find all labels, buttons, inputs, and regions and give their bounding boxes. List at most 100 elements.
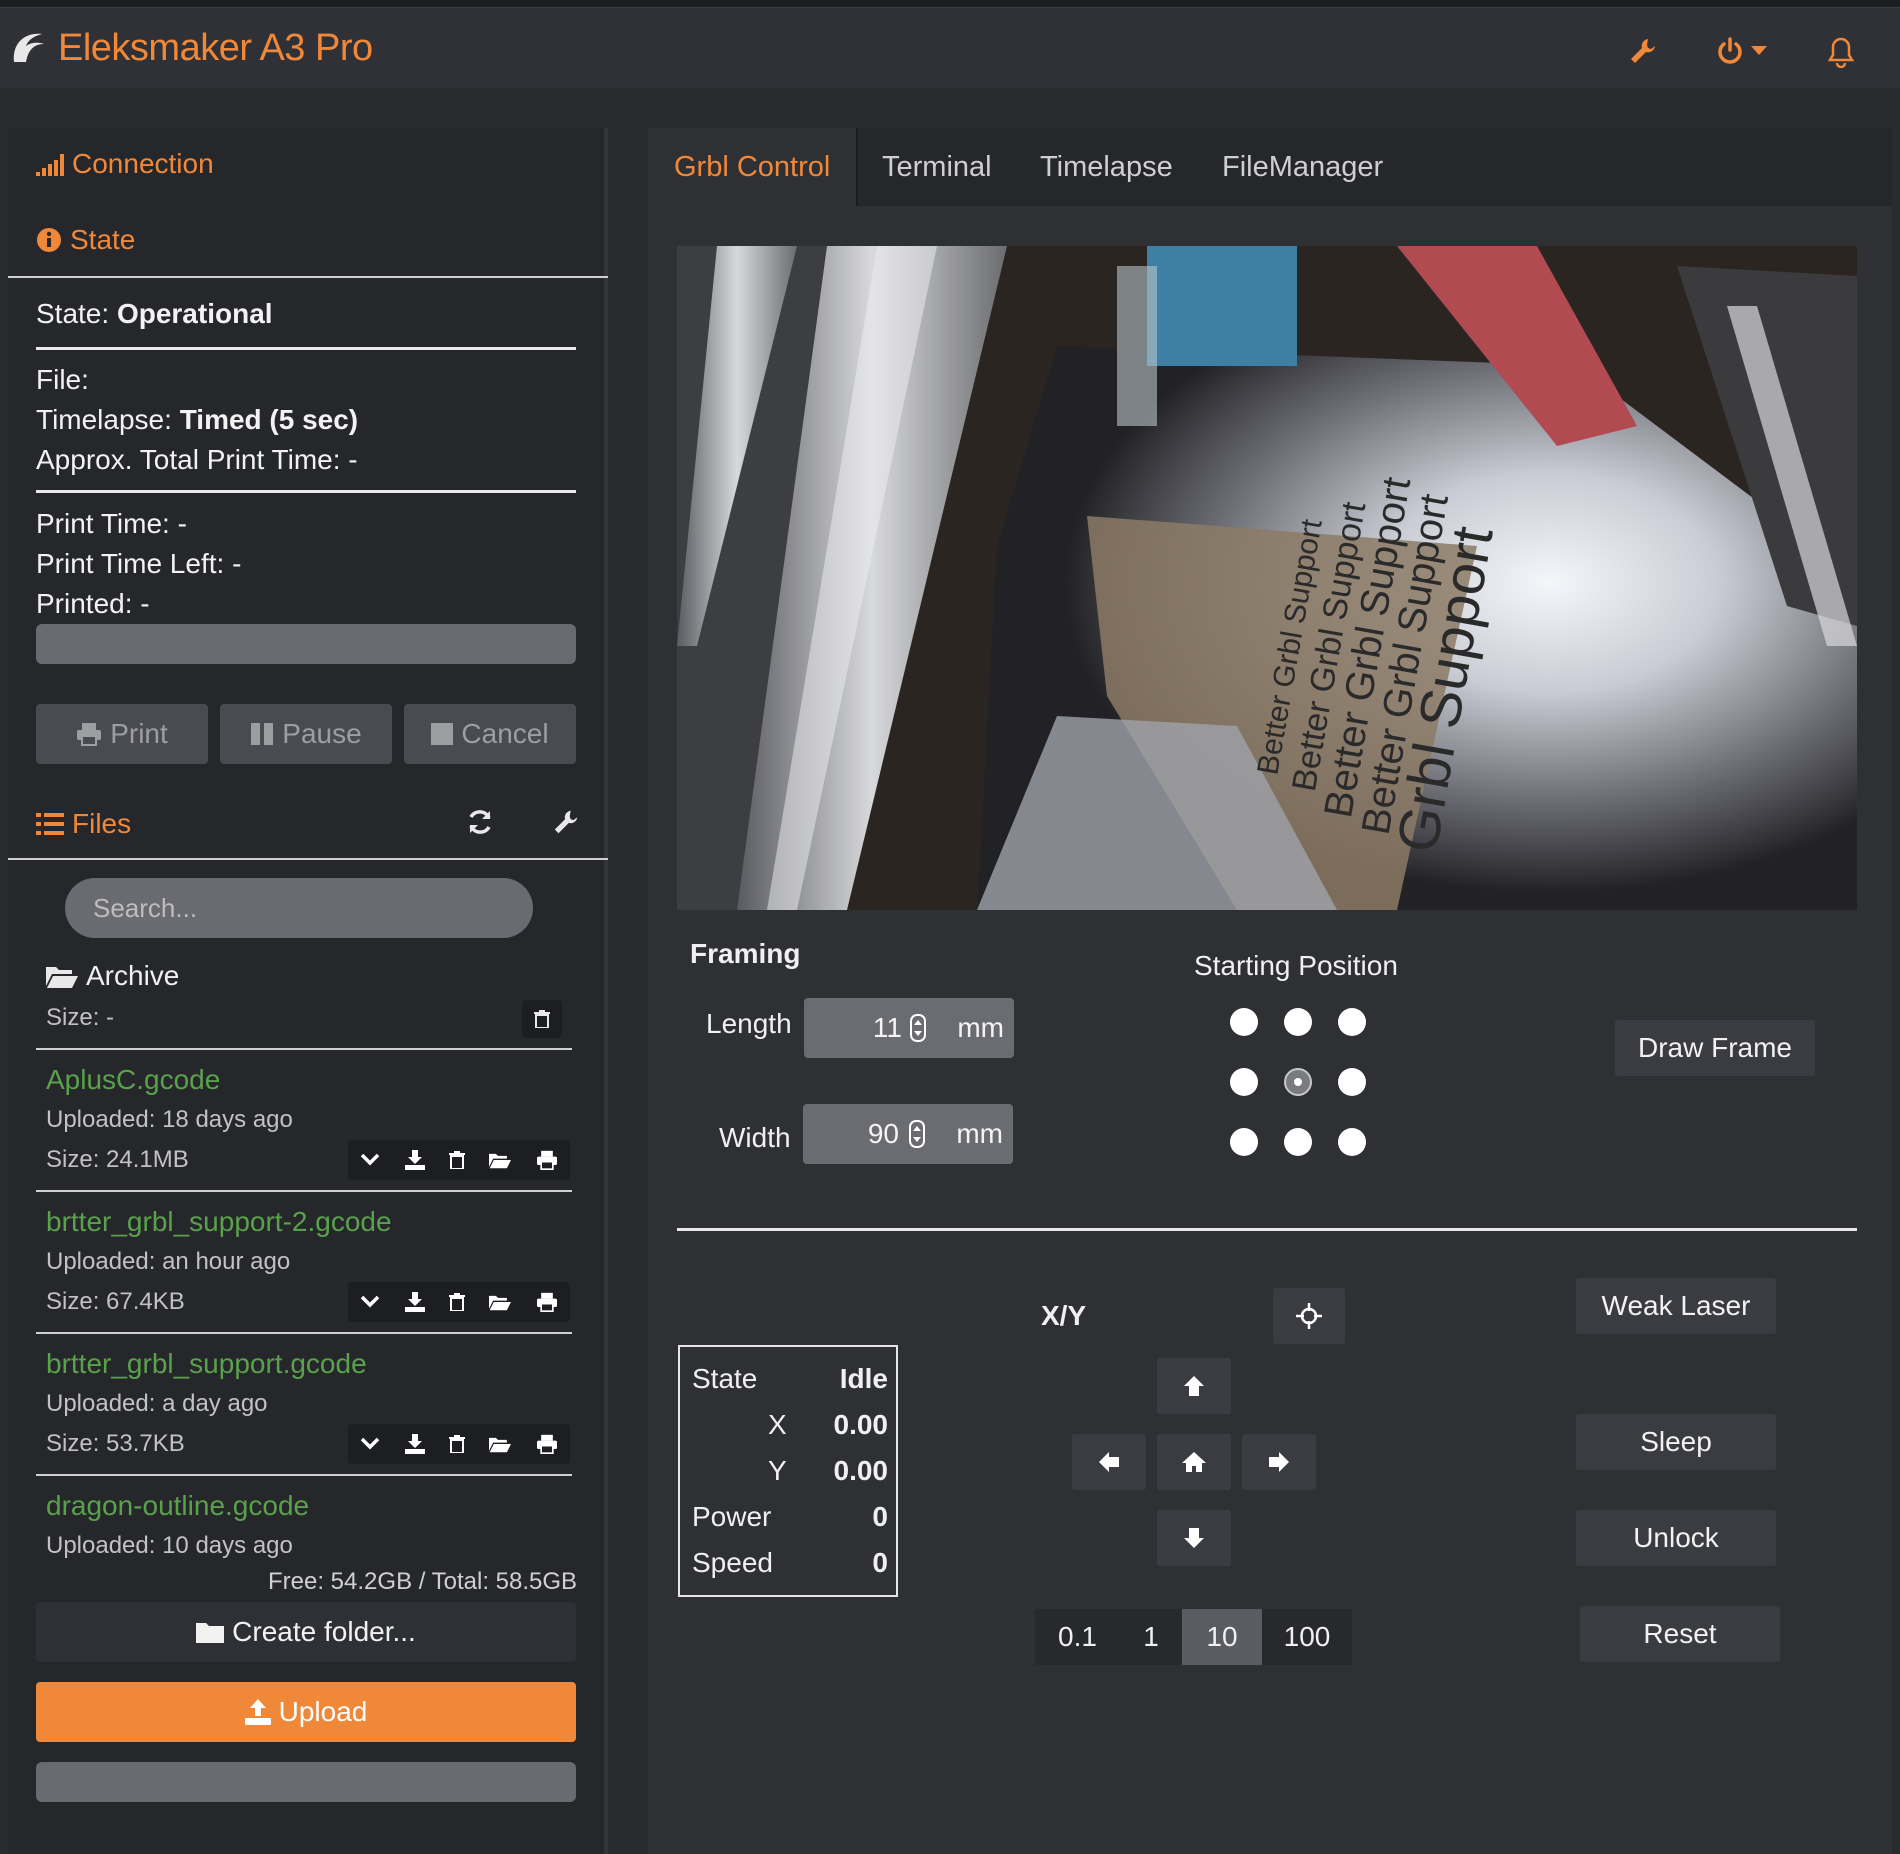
jog-right-button[interactable] <box>1242 1434 1316 1490</box>
power-menu[interactable] <box>1715 36 1767 66</box>
folder-icon <box>196 1623 225 1643</box>
printer-icon[interactable] <box>536 1434 558 1454</box>
bell-icon[interactable] <box>1826 36 1856 68</box>
brand[interactable]: Eleksmaker A3 Pro <box>8 26 373 71</box>
trash-icon[interactable] <box>448 1293 465 1311</box>
width-unit: mm <box>956 1118 1003 1149</box>
weak-laser-button[interactable]: Weak Laser <box>1576 1278 1776 1334</box>
divider <box>677 1228 1857 1231</box>
file-actions <box>348 1282 570 1322</box>
jog-down-button[interactable] <box>1157 1510 1231 1566</box>
connection-header[interactable]: Connection <box>36 148 214 180</box>
home-icon <box>1182 1452 1206 1472</box>
step-10[interactable]: 10 <box>1182 1609 1262 1665</box>
step-1[interactable]: 1 <box>1120 1609 1182 1665</box>
wrench-icon[interactable] <box>552 808 580 841</box>
create-folder-button[interactable]: Create folder... <box>36 1602 576 1662</box>
length-input[interactable]: 11 mm <box>804 998 1014 1058</box>
width-input[interactable]: 90 mm <box>803 1104 1013 1164</box>
start-pos-bottom-left[interactable] <box>1230 1128 1258 1156</box>
printer-icon[interactable] <box>536 1292 558 1312</box>
cancel-label: Cancel <box>461 718 549 749</box>
chevron-down-icon[interactable] <box>360 1295 380 1309</box>
upload-button[interactable]: Upload <box>36 1682 576 1742</box>
print-progress-bar <box>36 624 576 664</box>
machine-status-box: State Idle X 0.00 Y 0.00 Power 0 Speed 0 <box>678 1345 898 1597</box>
cancel-button[interactable]: Cancel <box>404 704 576 764</box>
trash-icon[interactable] <box>448 1435 465 1453</box>
file-size: Size: 53.7KB <box>46 1430 185 1457</box>
divider <box>8 858 608 860</box>
state-header[interactable]: State <box>36 224 135 256</box>
folder-archive[interactable]: Archive <box>46 960 179 992</box>
focus-button[interactable] <box>1273 1288 1345 1344</box>
divider <box>36 1474 572 1476</box>
timelapse-line: Timelapse: Timed (5 sec) <box>36 404 358 436</box>
download-icon[interactable] <box>404 1434 425 1454</box>
start-pos-bottom-right[interactable] <box>1338 1128 1366 1156</box>
power-icon <box>1718 37 1742 64</box>
start-pos-top-right[interactable] <box>1338 1008 1366 1036</box>
reset-button[interactable]: Reset <box>1580 1606 1780 1662</box>
start-pos-top-center[interactable] <box>1284 1008 1312 1036</box>
connection-label: Connection <box>72 148 214 179</box>
start-pos-middle-right[interactable] <box>1338 1068 1366 1096</box>
divider <box>36 1332 572 1334</box>
status-row-y: Y 0.00 <box>768 1455 888 1486</box>
chevron-down-icon[interactable] <box>360 1153 380 1167</box>
status-row-speed: Speed 0 <box>692 1547 888 1578</box>
tab-grbl-control[interactable]: Grbl Control <box>648 128 859 206</box>
tab-timelapse[interactable]: Timelapse <box>1014 128 1199 206</box>
tab-terminal[interactable]: Terminal <box>856 128 1018 206</box>
folder-open-icon[interactable] <box>489 1293 512 1311</box>
file-size: Size: 67.4KB <box>46 1288 185 1315</box>
spinner-icon <box>910 1014 926 1042</box>
unlock-button[interactable]: Unlock <box>1576 1510 1776 1566</box>
print-label: Print <box>110 718 168 749</box>
spinner-icon <box>909 1120 925 1148</box>
print-button[interactable]: Print <box>36 704 208 764</box>
framing-title: Framing <box>690 938 801 969</box>
sleep-button[interactable]: Sleep <box>1576 1414 1776 1470</box>
file-name[interactable]: dragon-outline.gcode <box>46 1490 309 1522</box>
file-name[interactable]: brtter_grbl_support.gcode <box>46 1348 367 1380</box>
tab-filemanager[interactable]: FileManager <box>1196 128 1409 206</box>
file-name[interactable]: brtter_grbl_support-2.gcode <box>46 1206 392 1238</box>
draw-frame-button[interactable]: Draw Frame <box>1615 1020 1815 1076</box>
folder-open-icon <box>46 967 78 988</box>
file-name[interactable]: AplusC.gcode <box>46 1064 220 1096</box>
jog-left-button[interactable] <box>1072 1434 1146 1490</box>
webcam-stream: Better Grbl Support Better Grbl Support … <box>677 246 1857 910</box>
download-icon[interactable] <box>404 1292 425 1312</box>
trash-icon[interactable] <box>448 1151 465 1169</box>
delete-folder-button[interactable] <box>522 1000 562 1038</box>
arrow-right-icon <box>1269 1452 1289 1472</box>
signal-icon <box>36 154 64 176</box>
start-pos-bottom-center[interactable] <box>1284 1128 1312 1156</box>
arrow-left-icon <box>1099 1452 1119 1472</box>
download-icon[interactable] <box>404 1150 425 1170</box>
folder-open-icon[interactable] <box>489 1151 512 1169</box>
pause-label: Pause <box>282 718 362 749</box>
jog-home-button[interactable] <box>1157 1434 1231 1490</box>
start-pos-top-left[interactable] <box>1230 1008 1258 1036</box>
start-pos-center[interactable] <box>1284 1068 1312 1096</box>
file-uploaded: Uploaded: 18 days ago <box>46 1106 293 1133</box>
tab-bar: Grbl Control Terminal Timelapse FileMana… <box>648 128 1892 206</box>
files-label: Files <box>72 808 132 839</box>
file-search-input[interactable] <box>65 878 533 938</box>
refresh-icon[interactable] <box>466 808 494 841</box>
folder-open-icon[interactable] <box>489 1435 512 1453</box>
files-header[interactable]: Files <box>36 808 131 840</box>
width-value: 90 <box>867 1118 899 1149</box>
jog-up-button[interactable] <box>1157 1358 1231 1414</box>
printer-icon[interactable] <box>536 1150 558 1170</box>
step-0-1[interactable]: 0.1 <box>1035 1609 1120 1665</box>
start-pos-middle-left[interactable] <box>1230 1068 1258 1096</box>
timelapse-value: Timed (5 sec) <box>179 404 359 435</box>
step-100[interactable]: 100 <box>1262 1609 1352 1665</box>
chevron-down-icon[interactable] <box>360 1437 380 1451</box>
upload-progress-bar <box>36 1762 576 1802</box>
wrench-icon[interactable] <box>1628 36 1658 66</box>
pause-button[interactable]: Pause <box>220 704 392 764</box>
